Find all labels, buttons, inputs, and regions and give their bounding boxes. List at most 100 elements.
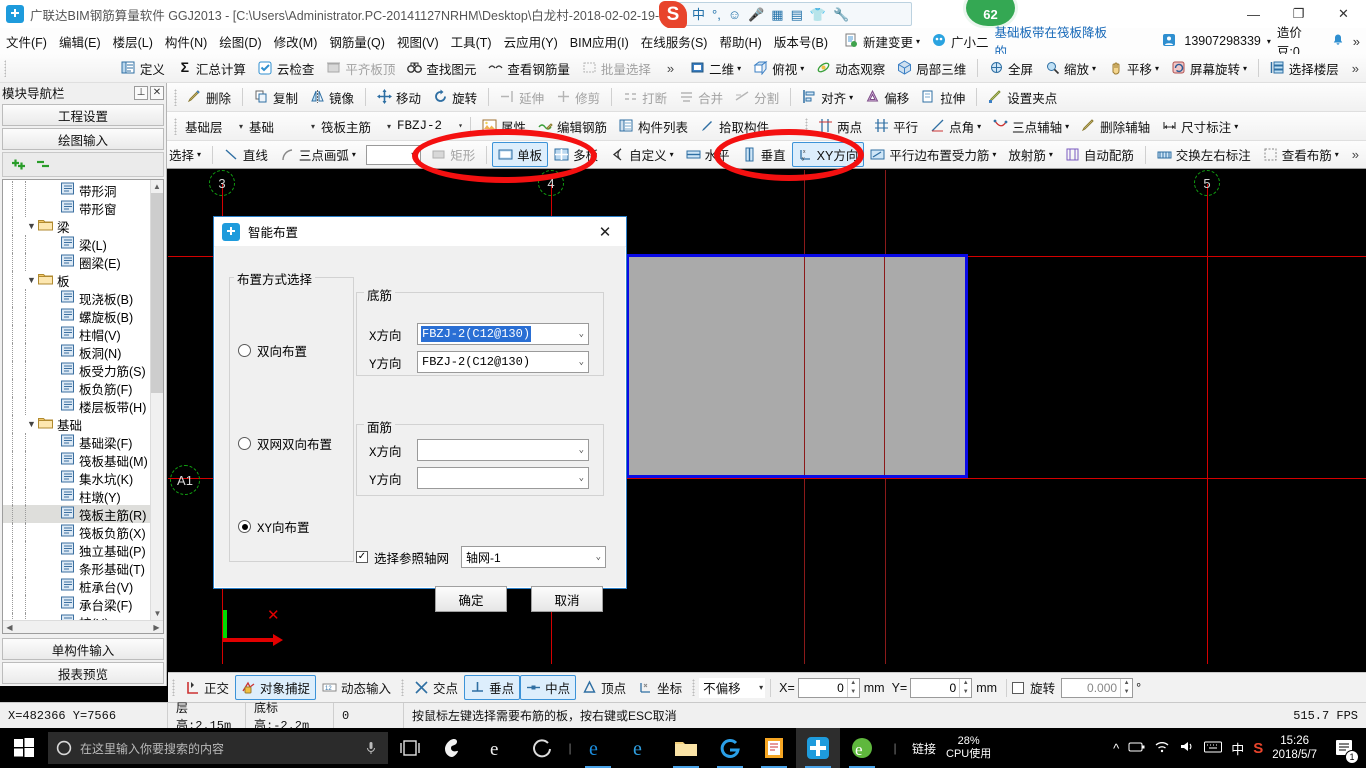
ime-skin-icon[interactable]: 👕 [810, 8, 826, 21]
menu-item-view[interactable]: 视图(V) [391, 29, 445, 54]
member-selector[interactable]: FBZJ-2 ▾ [393, 116, 465, 136]
edge-app-icon[interactable]: e [576, 728, 620, 768]
delete-axis-button[interactable]: 删除辅轴 [1075, 114, 1156, 139]
tree-item-leaf[interactable]: 带形洞 [3, 181, 150, 199]
offset-y-down-icon[interactable]: ▼ [960, 688, 971, 697]
parallel-edge-caret-icon[interactable]: ▾ [992, 150, 996, 159]
nav-button-report-preview[interactable]: 报表预览 [2, 662, 164, 684]
category-selector[interactable]: 基础 ▾ [245, 116, 317, 136]
nav-button-project-settings[interactable]: 工程设置 [2, 104, 164, 126]
top-view-button[interactable]: 俯视 ▾ [747, 56, 810, 81]
tree-item-leaf[interactable]: 圈梁(E) [3, 253, 150, 271]
align-caret-icon[interactable]: ▾ [849, 93, 853, 102]
type-selector[interactable]: 筏板主筋 ▾ [317, 116, 393, 136]
menu-overflow-button[interactable]: » [1353, 34, 1360, 49]
view-layout-button[interactable]: 查看布筋 ▾ [1257, 142, 1345, 167]
pan-caret-icon[interactable]: ▾ [1155, 64, 1159, 73]
arc-tool-button[interactable]: 三点画弧 ▾ [274, 142, 362, 167]
option-xy-direction[interactable]: XY向布置 [238, 517, 310, 536]
tree-item-leaf[interactable]: 带形窗 [3, 199, 150, 217]
volume-icon[interactable] [1179, 740, 1195, 756]
tree-item-leaf[interactable]: 集水坑(K) [3, 469, 150, 487]
offset-x-stepper[interactable]: ▲▼ [797, 677, 860, 698]
cpu-usage-widget[interactable]: 28% CPU使用 [946, 735, 991, 761]
tree-item-leaf[interactable]: 柱墩(Y) [3, 487, 150, 505]
rotate-down-icon[interactable]: ▼ [1121, 688, 1132, 697]
start-button[interactable] [0, 728, 48, 768]
ime-emoji-icon[interactable]: ☺ [728, 8, 741, 21]
tree-item-leaf[interactable]: 筏板负筋(X) [3, 523, 150, 541]
account-caret-icon[interactable]: ▾ [1267, 37, 1271, 46]
menu-item-bim[interactable]: BIM应用(I) [564, 29, 635, 54]
menu-item-draw[interactable]: 绘图(D) [213, 29, 267, 54]
offset-mode-selector[interactable]: 不偏移 ▾ [699, 677, 766, 698]
dimension-caret-icon[interactable]: ▾ [1234, 122, 1238, 131]
rotate-stepper[interactable]: ▲▼ [1061, 677, 1134, 698]
align-button[interactable]: 对齐 ▾ [796, 85, 859, 110]
delete-button[interactable]: 删除 [181, 85, 237, 110]
rotate-up-icon[interactable]: ▲ [1121, 679, 1132, 688]
menu-item-file[interactable]: 文件(F) [0, 29, 53, 54]
draw-options-combo[interactable]: ▾ [365, 144, 422, 165]
top-rebar-y-dropdown[interactable]: ⌄ [417, 467, 589, 489]
tree-vertical-scrollbar[interactable]: ▲ ▼ [150, 180, 163, 620]
toolbar-grip[interactable] [4, 59, 7, 77]
ie-app-icon[interactable]: e [476, 728, 520, 768]
ime-punct-icon[interactable]: °, [712, 8, 721, 21]
select-tool-caret-icon[interactable]: ▾ [197, 150, 201, 159]
axis-bubble[interactable]: 5 [1194, 170, 1220, 196]
edit-rebar-button[interactable]: 编辑钢筋 [532, 114, 613, 139]
offset-y-up-icon[interactable]: ▲ [960, 679, 971, 688]
menu-item-rebar[interactable]: 钢筋量(Q) [323, 29, 391, 54]
pick-member-button[interactable]: 拾取构件 [694, 114, 775, 139]
menu-item-online-service[interactable]: 在线服务(S) [635, 29, 714, 54]
view-layout-caret-icon[interactable]: ▾ [1335, 150, 1339, 159]
horizontal-button[interactable]: 水平 [680, 142, 736, 167]
tree-item-folder[interactable]: ▼ 板 [3, 271, 150, 289]
point-angle-button[interactable]: 点角 ▾ [924, 114, 987, 139]
bottom-rebar-x-dropdown[interactable]: FBZJ-2(C12@130) ⌄ [417, 323, 589, 345]
tree-item-leaf[interactable]: 承台梁(F) [3, 595, 150, 613]
top-view-caret-icon[interactable]: ▾ [800, 64, 804, 73]
offset-button[interactable]: 偏移 [859, 85, 915, 110]
nav-button-drawing-input[interactable]: 绘图输入 [2, 128, 164, 150]
radial-rebar-button[interactable]: 放射筋 ▾ [1002, 142, 1059, 167]
cancel-button[interactable]: 取消 [531, 586, 603, 612]
axis-bubble[interactable]: 3 [209, 170, 235, 196]
top-rebar-x-caret-icon[interactable]: ⌄ [579, 445, 584, 455]
option-double-net-bidirectional[interactable]: 双网双向布置 [238, 434, 332, 453]
reference-grid-checkbox[interactable]: ✓ [356, 551, 368, 563]
member-caret-icon[interactable]: ▾ [458, 121, 463, 131]
nav-close-button[interactable]: ✕ [150, 85, 164, 100]
ime-mode-icon[interactable]: 中 [692, 8, 705, 21]
menu-item-help[interactable]: 帮助(H) [713, 29, 767, 54]
point-angle-caret-icon[interactable]: ▾ [977, 122, 981, 131]
summary-calc-button[interactable]: Σ 汇总计算 [171, 56, 252, 81]
microphone-icon[interactable] [364, 740, 380, 756]
tree-item-leaf[interactable]: 条形基础(T) [3, 559, 150, 577]
tree-expander-icon[interactable]: ▼ [25, 419, 38, 429]
sogou-tray-icon[interactable]: S [1253, 740, 1263, 757]
360-browser-icon[interactable] [520, 728, 564, 768]
green-browser-icon[interactable]: e [840, 728, 884, 768]
tree-item-leaf[interactable]: 基础梁(F) [3, 433, 150, 451]
rotate-input[interactable] [1062, 678, 1121, 697]
member-list-button[interactable]: 构件列表 [613, 114, 694, 139]
ime-card-icon[interactable]: ▤ [791, 8, 803, 21]
local-3d-button[interactable]: 局部三维 [891, 56, 972, 81]
cmdbar-grip-2[interactable] [401, 679, 405, 696]
ok-button[interactable]: 确定 [435, 586, 507, 612]
option-bidirectional[interactable]: 双向布置 [238, 341, 307, 360]
zoom-button[interactable]: 缩放 ▾ [1039, 56, 1102, 81]
taskbar-link-label[interactable]: 链接 [902, 740, 946, 757]
parallel-edge-rebar-button[interactable]: 平行边布置受力筋 ▾ [864, 142, 1002, 167]
top-rebar-y-caret-icon[interactable]: ⌄ [579, 473, 584, 483]
tree-item-leaf[interactable]: 梁(L) [3, 235, 150, 253]
task-view-button[interactable] [388, 728, 432, 768]
menu-item-cloud[interactable]: 云应用(Y) [498, 29, 564, 54]
midpoint-snap-toggle[interactable]: 中点 [520, 675, 577, 700]
tree-item-leaf[interactable]: 板洞(N) [3, 343, 150, 361]
align-slab-top-button[interactable]: 平齐板顶 [320, 56, 401, 81]
toolbar-main-overflow[interactable]: » [657, 61, 684, 76]
offset-x-up-icon[interactable]: ▲ [848, 679, 859, 688]
